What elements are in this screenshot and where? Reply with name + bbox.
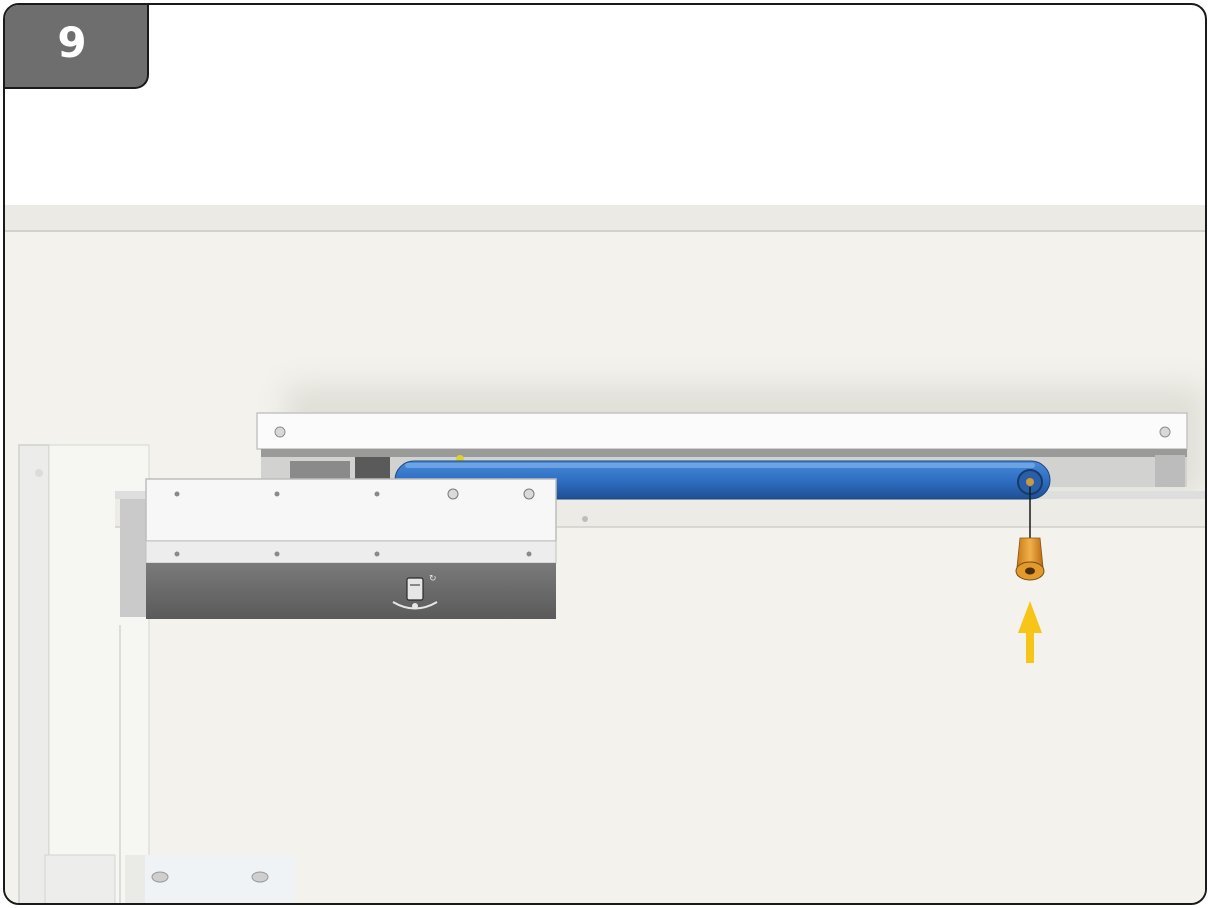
closer-body: ↻ <box>120 478 557 619</box>
closer-cover <box>146 563 556 619</box>
step-badge: 9 <box>5 5 149 89</box>
instruction-panel: 9 ↻ <box>3 3 1207 905</box>
screw-icon <box>1015 537 1045 581</box>
svg-text:↻: ↻ <box>429 574 437 584</box>
step-number: 9 <box>57 18 87 67</box>
ceiling-edge <box>5 205 1205 231</box>
illustration: ↻ <box>5 205 1205 903</box>
